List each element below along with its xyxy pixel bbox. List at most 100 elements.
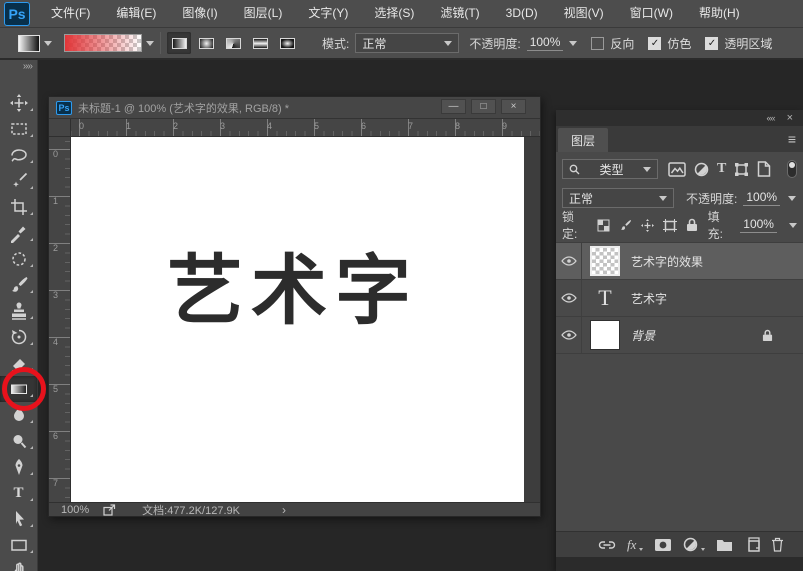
magic-wand-tool[interactable]: [0, 168, 37, 194]
move-tool[interactable]: [0, 90, 37, 116]
photoshop-app: Ps 文件(F) 编辑(E) 图像(I) 图层(L) 文字(Y) 选择(S) 滤…: [0, 0, 803, 571]
layer-name[interactable]: 背景: [631, 327, 655, 344]
delete-layer-icon[interactable]: [771, 537, 784, 552]
layer-row-text[interactable]: T 艺术字: [556, 280, 803, 317]
eyedropper-tool[interactable]: [0, 220, 37, 246]
zoom-level[interactable]: 100%: [61, 504, 89, 516]
menu-select[interactable]: 选择(S): [361, 0, 427, 27]
document-title-bar[interactable]: Ps 未标题-1 @ 100% (艺术字的效果, RGB/8) * — □ ×: [49, 97, 540, 119]
chevron-down-icon[interactable]: [788, 196, 796, 201]
visibility-toggle[interactable]: [556, 317, 582, 353]
new-group-icon[interactable]: [716, 538, 733, 552]
minimize-button[interactable]: —: [441, 99, 466, 114]
layer-mask-icon[interactable]: [654, 538, 672, 552]
toolbar-expand-icon[interactable]: »»: [0, 60, 37, 76]
layer-name[interactable]: 艺术字的效果: [631, 253, 703, 270]
transparency-checkbox[interactable]: ✓: [705, 37, 718, 50]
lock-pixels-icon[interactable]: [619, 219, 632, 232]
layer-style-icon[interactable]: fx: [627, 537, 636, 553]
history-brush-tool[interactable]: [0, 324, 37, 350]
filter-type-select[interactable]: 类型: [562, 159, 658, 179]
marquee-tool[interactable]: [0, 116, 37, 142]
lock-position-icon[interactable]: [641, 219, 654, 232]
blend-mode-select[interactable]: 正常: [562, 188, 674, 208]
close-panel-icon[interactable]: ×: [787, 112, 793, 124]
chevron-down-icon[interactable]: [569, 41, 577, 46]
menu-3d[interactable]: 3D(D): [493, 0, 551, 27]
pixel-filter-icon[interactable]: [668, 162, 686, 177]
layer-row-background[interactable]: 背景: [556, 317, 803, 354]
text-layer-thumbnail[interactable]: T: [590, 283, 620, 313]
blur-tool[interactable]: [0, 402, 37, 428]
adjustment-filter-icon[interactable]: [694, 162, 709, 177]
canvas-area[interactable]: 艺术字: [71, 137, 524, 504]
export-icon[interactable]: [103, 504, 116, 516]
linear-gradient-button[interactable]: [167, 32, 191, 54]
collapse-panel-icon[interactable]: ««: [767, 113, 775, 123]
radial-gradient-button[interactable]: [194, 32, 218, 54]
reverse-checkbox[interactable]: [591, 37, 604, 50]
close-button[interactable]: ×: [501, 99, 526, 114]
visibility-toggle[interactable]: [556, 280, 582, 316]
adjustment-layer-icon[interactable]: [683, 537, 698, 552]
visibility-toggle[interactable]: [556, 243, 582, 279]
smart-object-filter-icon[interactable]: [757, 161, 771, 177]
panel-menu-icon[interactable]: ≡: [788, 131, 795, 147]
dodge-tool[interactable]: [0, 428, 37, 454]
shape-filter-icon[interactable]: [734, 162, 749, 177]
maximize-button[interactable]: □: [471, 99, 496, 114]
chevron-down-icon[interactable]: [789, 223, 797, 228]
layer-thumbnail[interactable]: [590, 320, 620, 350]
menu-edit[interactable]: 编辑(E): [103, 0, 169, 27]
chevron-down-icon[interactable]: [146, 41, 154, 46]
gradient-tool[interactable]: [0, 376, 37, 402]
angle-gradient-button[interactable]: [221, 32, 245, 54]
status-chevron-icon[interactable]: ›: [282, 503, 286, 517]
menu-window[interactable]: 窗口(W): [617, 0, 686, 27]
blend-mode-value: 正常: [569, 190, 593, 207]
menu-file[interactable]: 文件(F): [38, 0, 103, 27]
chevron-down-icon[interactable]: [44, 41, 52, 46]
reverse-option[interactable]: 反向: [591, 35, 634, 52]
eraser-tool[interactable]: [0, 350, 37, 376]
document-size-info[interactable]: 文档:477.2K/127.9K: [142, 502, 240, 518]
menu-layer[interactable]: 图层(L): [231, 0, 296, 27]
lock-transparency-icon[interactable]: [597, 219, 610, 232]
fill-value[interactable]: 100%: [740, 217, 777, 233]
diamond-gradient-button[interactable]: [275, 32, 299, 54]
opacity-value[interactable]: 100%: [527, 35, 564, 51]
type-filter-icon[interactable]: T: [717, 161, 726, 177]
menu-help[interactable]: 帮助(H): [686, 0, 753, 27]
dither-option[interactable]: ✓ 仿色: [648, 35, 691, 52]
path-selection-tool[interactable]: [0, 506, 37, 532]
type-tool[interactable]: T: [0, 480, 37, 506]
tool-preset-swatch[interactable]: [18, 35, 40, 52]
pen-tool[interactable]: [0, 454, 37, 480]
gradient-preview[interactable]: [64, 34, 142, 52]
lock-all-icon[interactable]: [686, 218, 698, 232]
mode-select[interactable]: 正常: [355, 33, 459, 53]
transparency-option[interactable]: ✓ 透明区域: [705, 35, 772, 52]
link-layers-icon[interactable]: [598, 539, 616, 551]
layer-thumbnail[interactable]: [590, 246, 620, 276]
layer-row-effect[interactable]: 艺术字的效果: [556, 243, 803, 280]
layer-name[interactable]: 艺术字: [631, 290, 667, 307]
tab-layers[interactable]: 图层: [558, 128, 608, 152]
filter-toggle[interactable]: [787, 160, 797, 178]
menu-filter[interactable]: 滤镜(T): [427, 0, 492, 27]
shape-tool[interactable]: [0, 532, 37, 558]
new-layer-icon[interactable]: [744, 537, 760, 552]
panel-opacity-value[interactable]: 100%: [743, 190, 780, 206]
lasso-tool[interactable]: [0, 142, 37, 168]
lock-artboard-icon[interactable]: [663, 219, 677, 232]
menu-type[interactable]: 文字(Y): [295, 0, 361, 27]
hand-tool[interactable]: [0, 558, 37, 571]
clone-stamp-tool[interactable]: [0, 298, 37, 324]
healing-brush-tool[interactable]: [0, 246, 37, 272]
brush-tool[interactable]: [0, 272, 37, 298]
dither-checkbox[interactable]: ✓: [648, 37, 661, 50]
menu-image[interactable]: 图像(I): [169, 0, 230, 27]
crop-tool[interactable]: [0, 194, 37, 220]
menu-view[interactable]: 视图(V): [551, 0, 617, 27]
reflected-gradient-button[interactable]: [248, 32, 272, 54]
